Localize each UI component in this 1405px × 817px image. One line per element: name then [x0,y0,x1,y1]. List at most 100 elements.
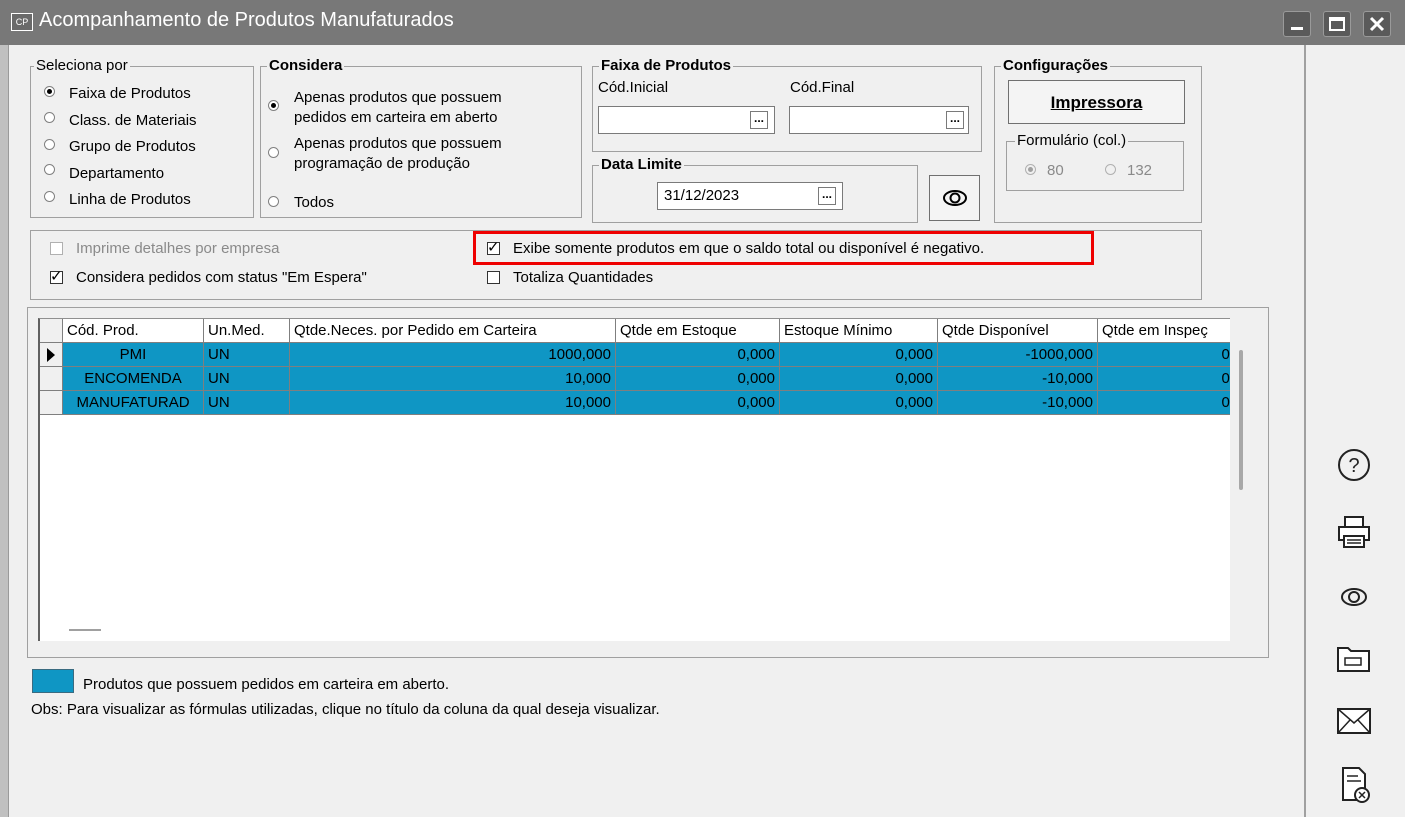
close-document-icon [1342,767,1370,803]
imprime-detalhes-checkbox[interactable] [50,242,63,255]
maximize-icon [1329,17,1345,31]
column-header-un-med[interactable]: Un.Med. [204,319,290,343]
impressora-button[interactable]: Impressora [1008,80,1185,124]
side-panel-divider [1304,45,1306,817]
cod-inicial-label: Cód.Inicial [598,79,669,96]
column-header-cod-prod[interactable]: Cód. Prod. [63,319,204,343]
horizontal-scrollbar[interactable] [69,629,101,631]
table-cell[interactable]: 10,000 [290,367,616,391]
data-limite-calendar-button[interactable]: ... [818,187,836,205]
formulario-legend: Formulário (col.) [1015,132,1129,150]
close-button[interactable] [1363,11,1391,37]
considera-espera-label: Considera pedidos com status "Em Espera" [76,269,367,286]
highlight-annotation [473,231,1094,265]
table-cell[interactable]: 1000,000 [290,343,616,367]
svg-text:?: ? [1348,455,1359,477]
minimize-button[interactable] [1283,11,1311,37]
table-cell[interactable]: 0,000 [780,391,938,415]
considera-espera-checkbox[interactable]: ✓ [50,268,63,285]
column-header-qtde-inspecao[interactable]: Qtde em Inspeç [1098,319,1230,343]
email-button[interactable] [1328,698,1380,742]
printer-icon [1338,516,1370,548]
folder-icon [1337,647,1370,672]
radio-class-materiais[interactable] [44,112,55,123]
help-icon: ? [1338,449,1370,481]
table-cell[interactable]: 0,000 [616,343,780,367]
radio-pedidos-carteira[interactable] [268,100,279,111]
close-report-button[interactable] [1328,762,1380,806]
table-cell[interactable]: -10,000 [938,367,1098,391]
row-indicator[interactable] [40,391,63,415]
column-header-estoque-minimo[interactable]: Estoque Mínimo [780,319,938,343]
table-cell[interactable]: 0,000 [616,367,780,391]
radio-label: Faixa de Produtos [69,85,191,102]
table-cell[interactable]: 0, [1098,391,1230,415]
radio-label: Grupo de Produtos [69,138,196,155]
window-title: Acompanhamento de Produtos Manufaturados [39,9,454,31]
color-legend-text: Produtos que possuem pedidos em carteira… [83,676,450,693]
preview-button[interactable] [1328,575,1380,619]
table-cell[interactable]: 0,000 [780,343,938,367]
radio-col-80[interactable] [1025,164,1036,175]
current-row-arrow-icon [47,348,55,362]
table-cell[interactable]: ENCOMENDA [63,367,204,391]
column-header-qtde-disponivel[interactable]: Qtde Disponível [938,319,1098,343]
radio-label: 80 [1047,162,1064,179]
considera-legend: Considera [267,57,345,75]
minimize-icon [1291,27,1303,30]
table-cell[interactable]: UN [204,343,290,367]
view-button[interactable] [929,175,980,221]
radio-col-132[interactable] [1105,164,1116,175]
table-cell[interactable]: 0, [1098,343,1230,367]
radio-label: Linha de Produtos [69,191,191,208]
table-cell[interactable]: UN [204,391,290,415]
faixa-legend: Faixa de Produtos [599,57,734,75]
radio-label: Todos [294,194,335,211]
table-cell[interactable]: 0,000 [780,367,938,391]
cod-inicial-input[interactable] [598,106,775,134]
row-indicator[interactable] [40,343,63,367]
radio-faixa-produtos[interactable] [44,86,55,97]
radio-label: Class. de Materiais [69,112,197,129]
table-cell[interactable]: 0, [1098,367,1230,391]
radio-label-line2: programação de produção [294,155,470,172]
cod-final-input[interactable] [789,106,969,134]
table-cell[interactable]: MANUFATURAD [63,391,204,415]
grid-corner [40,319,63,343]
cod-inicial-lookup-button[interactable]: ... [750,111,768,129]
help-button[interactable]: ? [1328,443,1380,487]
table-cell[interactable]: UN [204,367,290,391]
data-limite-legend: Data Limite [599,156,684,174]
check-mark-icon: ✓ [50,268,63,285]
radio-departamento[interactable] [44,164,55,175]
column-header-qtde-estoque[interactable]: Qtde em Estoque [616,319,780,343]
radio-label-line2: pedidos em carteira em aberto [294,109,498,126]
imprime-detalhes-label: Imprime detalhes por empresa [76,240,280,257]
products-grid[interactable]: Cód. Prod. Un.Med. Qtde.Neces. por Pedid… [38,318,1230,641]
table-cell[interactable]: -10,000 [938,391,1098,415]
table-cell[interactable]: 10,000 [290,391,616,415]
maximize-button[interactable] [1323,11,1351,37]
column-header-qtde-neces[interactable]: Qtde.Neces. por Pedido em Carteira [290,319,616,343]
print-button[interactable] [1328,510,1380,554]
data-limite-input[interactable]: 31/12/2023 [657,182,843,210]
table-cell[interactable]: PMI [63,343,204,367]
totaliza-checkbox[interactable] [487,271,500,284]
vertical-scrollbar[interactable] [1239,350,1243,490]
export-button[interactable] [1328,636,1380,680]
radio-todos[interactable] [268,196,279,207]
table-cell[interactable]: -1000,000 [938,343,1098,367]
radio-label: 132 [1127,162,1153,179]
eye-icon [1341,588,1367,606]
radio-linha-produtos[interactable] [44,191,55,202]
table-cell[interactable]: 0,000 [616,391,780,415]
radio-label: Departamento [69,165,165,182]
color-legend-swatch [32,669,74,693]
radio-grupo-produtos[interactable] [44,139,55,150]
row-indicator[interactable] [40,367,63,391]
window-left-edge [0,45,9,817]
cod-final-lookup-button[interactable]: ... [946,111,964,129]
seleciona-legend: Seleciona por [34,57,130,75]
radio-label-line1: Apenas produtos que possuem [294,135,502,152]
radio-programacao-producao[interactable] [268,147,279,158]
